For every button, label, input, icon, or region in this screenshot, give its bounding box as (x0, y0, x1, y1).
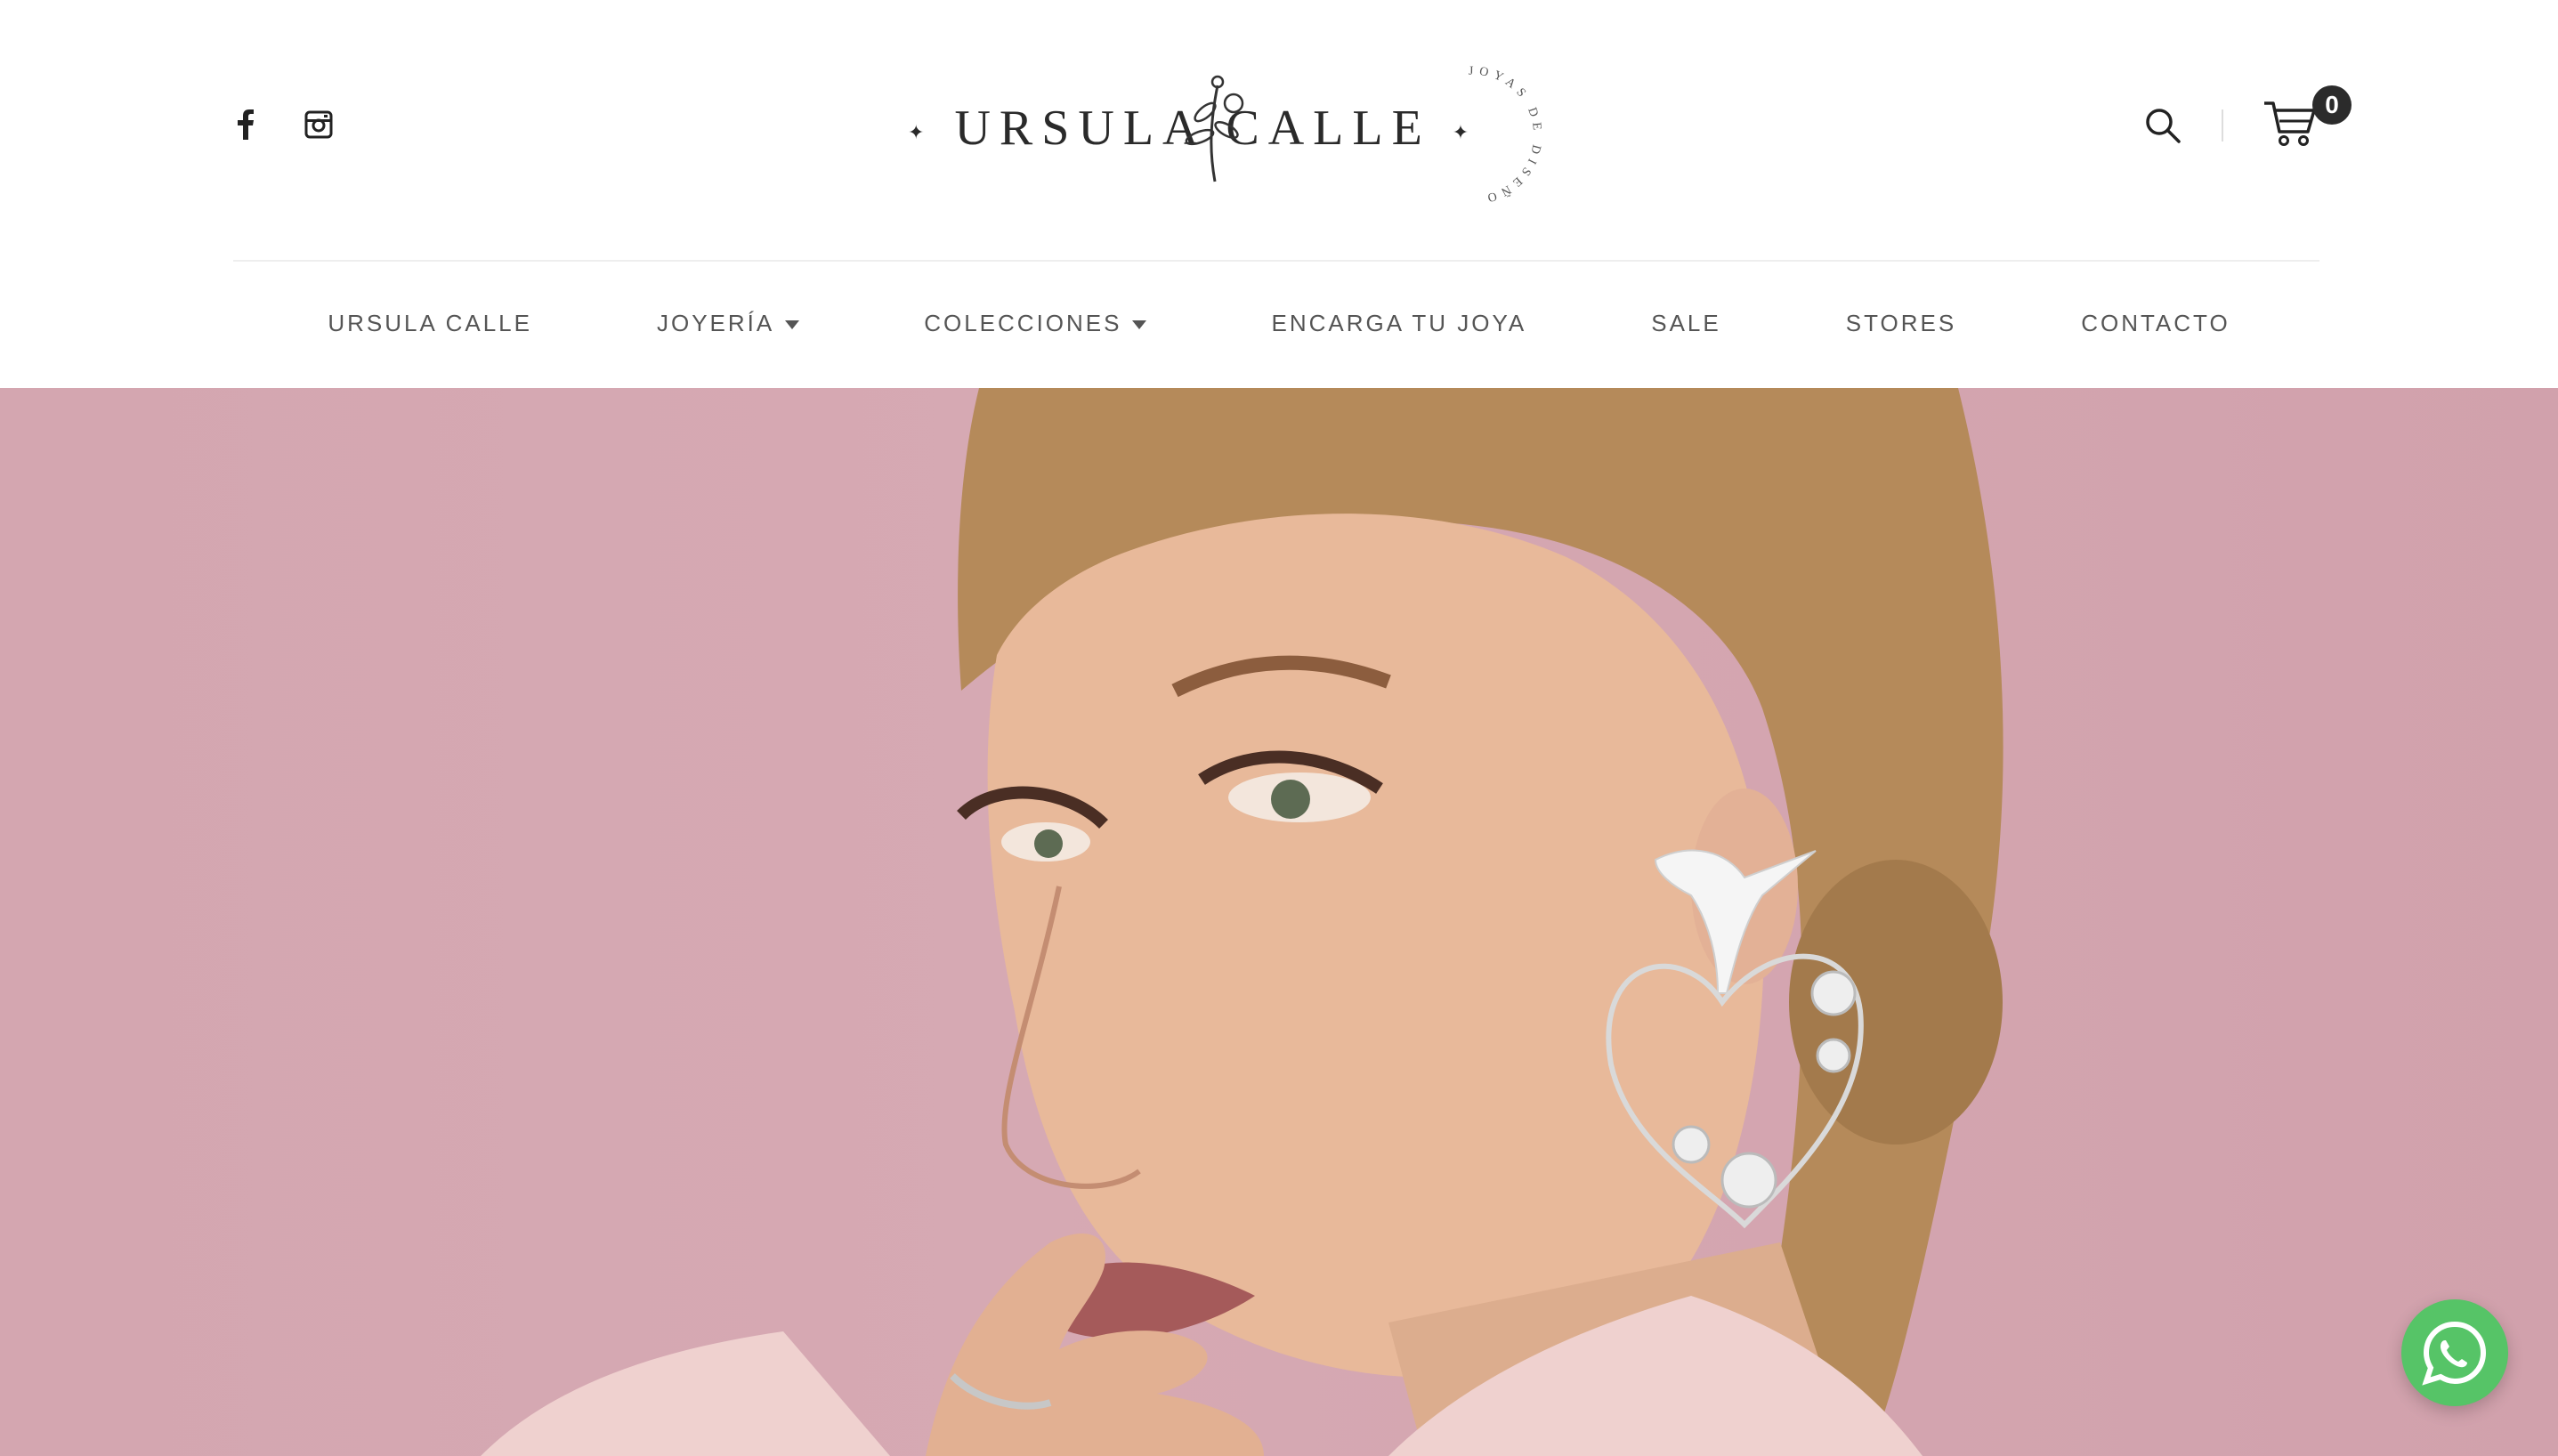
whatsapp-icon (2422, 1321, 2487, 1386)
nav-item-contacto[interactable]: CONTACTO (2019, 310, 2292, 337)
caret-down-icon (1132, 320, 1147, 329)
header-actions: 0 (2143, 85, 2352, 153)
actions-divider (2222, 109, 2223, 142)
main-nav: URSULA CALLE JOYERÍA COLECCIONES ENCARGA… (0, 310, 2558, 337)
social-links (230, 109, 335, 141)
nav-item-colecciones[interactable]: COLECCIONES (862, 310, 1209, 337)
cart-count-badge: 0 (2312, 85, 2352, 125)
nav-item-encarga-tu-joya[interactable]: ENCARGA TU JOYA (1209, 310, 1589, 337)
nav-item-joyeria[interactable]: JOYERÍA (595, 310, 862, 337)
nav-label: URSULA CALLE (328, 310, 532, 336)
nav-label: CONTACTO (2081, 310, 2230, 336)
hero-model-image (481, 388, 2003, 1456)
logo-tagline-ring: JOYAS DE DISEÑO (1469, 65, 1544, 206)
cart-button[interactable]: 0 (2263, 85, 2352, 153)
brand-logo[interactable]: ✦ URSULA CALLE ✦ JOYAS DE DISEÑO (908, 64, 1549, 206)
caret-down-icon (785, 320, 800, 329)
logo-sprig-icon (1185, 75, 1244, 182)
search-icon[interactable] (2143, 106, 2182, 145)
whatsapp-button[interactable] (2401, 1299, 2508, 1406)
nav-item-sale[interactable]: SALE (1589, 310, 1784, 337)
header-divider (233, 260, 2319, 262)
nav-label: SALE (1651, 310, 1721, 336)
site-header: ✦ URSULA CALLE ✦ JOYAS DE DISEÑO 0 URSUL… (0, 0, 2558, 388)
nav-label: COLECCIONES (924, 310, 1122, 336)
instagram-icon[interactable] (303, 109, 335, 141)
facebook-icon[interactable] (230, 109, 262, 141)
nav-label: JOYERÍA (656, 310, 775, 336)
nav-label: STORES (1845, 310, 1957, 336)
cart-icon (2264, 101, 2316, 146)
hero-banner[interactable] (0, 388, 2558, 1456)
nav-item-stores[interactable]: STORES (1784, 310, 2019, 337)
svg-text:JOYAS DE DISEÑO: JOYAS DE DISEÑO (1469, 65, 1544, 206)
nav-item-ursula-calle[interactable]: URSULA CALLE (265, 310, 595, 337)
nav-label: ENCARGA TU JOYA (1271, 310, 1527, 336)
